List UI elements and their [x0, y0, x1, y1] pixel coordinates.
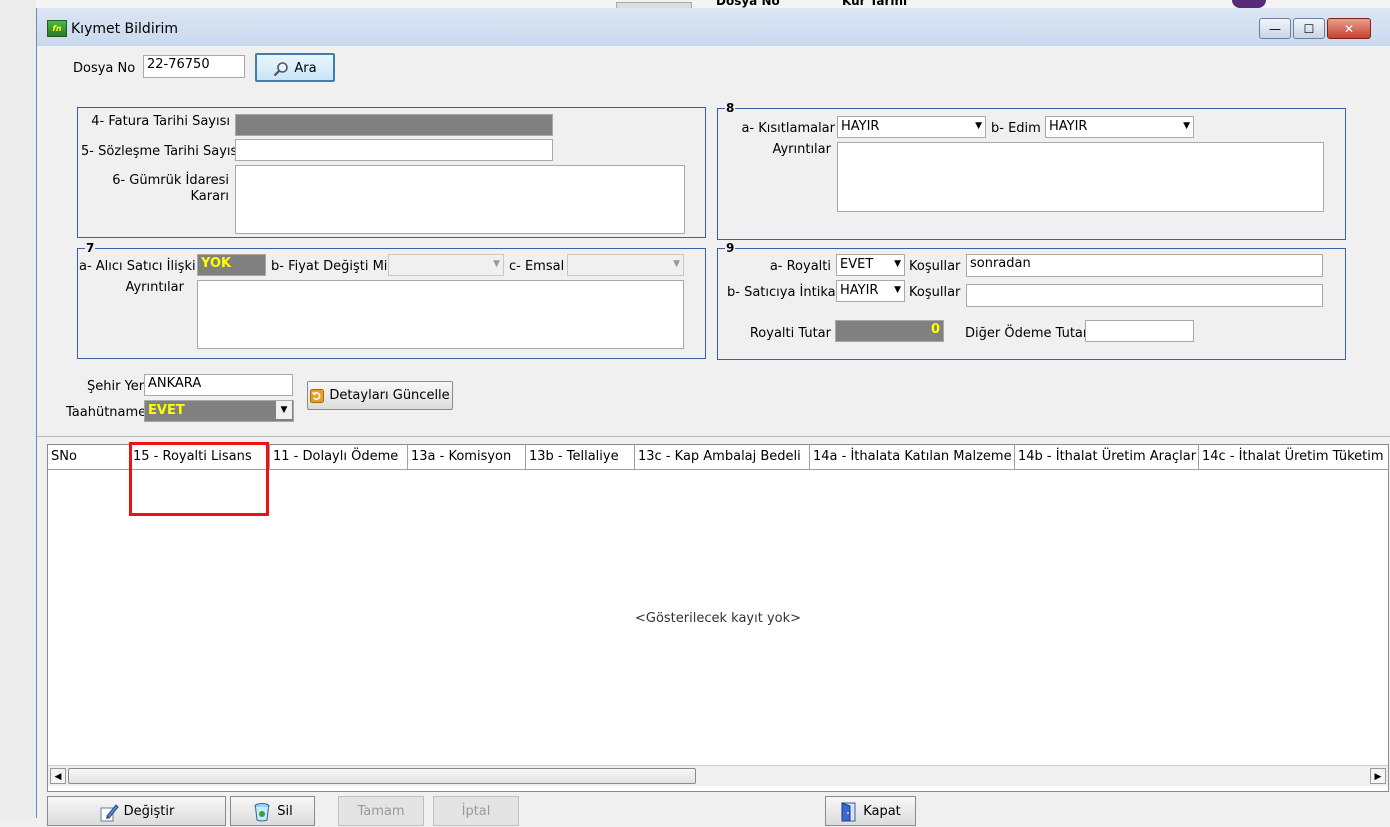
kosullar1-label: Koşullar	[909, 259, 961, 274]
gumruk-textarea[interactable]	[235, 165, 685, 234]
background-logo-icon	[1232, 0, 1266, 8]
dosya-no-label: Dosya No	[73, 61, 136, 76]
iptal-button[interactable]: İptal	[433, 796, 519, 826]
group8-ayrintilar-label: Ayrıntılar	[772, 142, 831, 157]
royalti-tutar-input[interactable]: 0	[835, 320, 944, 342]
sil-button[interactable]: Sil	[230, 796, 315, 826]
background-header-kur: Kur Tarihi	[842, 0, 908, 8]
royalti-combo[interactable]: EVET ▼	[836, 254, 905, 276]
royalti-label: a- Royalti	[769, 259, 831, 274]
horizontal-scrollbar[interactable]: ◀ ▶	[48, 765, 1388, 786]
door-exit-icon	[841, 801, 856, 821]
chevron-down-icon[interactable]: ▼	[673, 255, 680, 274]
background-window-left	[0, 0, 37, 818]
emsal-combo[interactable]: ▼	[567, 254, 684, 276]
diger-odeme-input[interactable]	[1085, 320, 1194, 342]
detaylari-guncelle-label: Detayları Güncelle	[329, 388, 450, 403]
column-header-tellaliye[interactable]: 13b - Tellaliye	[526, 445, 635, 469]
kosullar2-input[interactable]	[966, 284, 1323, 307]
highlight-annotation-box	[129, 442, 269, 516]
group8-ayrintilar-textarea[interactable]	[837, 142, 1324, 212]
close-button[interactable]: ✕	[1327, 18, 1371, 39]
ara-button[interactable]: Ara	[255, 53, 335, 82]
sehir-yer-label: Şehir Yer	[87, 379, 145, 394]
refresh-icon	[310, 388, 325, 403]
royalti-tutar-label: Royalti Tutar	[749, 326, 831, 341]
group-9-title: 9	[725, 241, 736, 255]
chevron-down-icon[interactable]: ▼	[894, 255, 901, 274]
satici-intikal-label: b- Satıcıya İntikal	[727, 285, 840, 300]
fatura-input[interactable]	[235, 114, 553, 136]
kisitlamalar-combo[interactable]: HAYIR ▼	[837, 116, 986, 138]
taahutname-value: EVET	[148, 403, 185, 418]
column-header-uretim-araclar[interactable]: 14b - İthalat Üretim Araçlar	[1015, 445, 1199, 469]
royalti-value: EVET	[840, 257, 874, 272]
tamam-button[interactable]: Tamam	[338, 796, 424, 826]
degistir-label: Değiştir	[123, 804, 175, 819]
column-header-uretim-tuketim[interactable]: 14c - İthalat Üretim Tüketim Mlz.	[1199, 445, 1388, 469]
chevron-down-icon[interactable]: ▼	[276, 401, 292, 419]
gumruk-label-line1: 6- Gümrük İdaresi	[112, 173, 229, 188]
app-logo-icon: fn	[47, 20, 67, 37]
background-window-top: Dosya No Kur Tarihi	[36, 0, 1390, 9]
group-7-title: 7	[85, 241, 96, 255]
fiyat-degisti-label: b- Fiyat Değişti Mi?	[271, 259, 395, 274]
group7-ayrintilar-label: Ayrıntılar	[125, 280, 184, 295]
edim-label: b- Edim	[991, 121, 1041, 136]
kosullar1-input[interactable]: sonradan	[966, 254, 1323, 277]
group-8-title: 8	[725, 101, 736, 115]
edim-combo[interactable]: HAYIR ▼	[1045, 116, 1194, 138]
kisitlamalar-value: HAYIR	[841, 119, 880, 134]
chevron-down-icon[interactable]: ▼	[1183, 117, 1190, 136]
kisitlamalar-label: a- Kısıtlamalar	[741, 121, 835, 136]
chevron-down-icon[interactable]: ▼	[493, 255, 500, 274]
taahutname-label: Taahütname	[66, 405, 147, 420]
scroll-left-icon[interactable]: ◀	[50, 768, 66, 784]
pencil-edit-icon	[100, 803, 119, 821]
magnifier-icon	[274, 61, 289, 76]
kosullar2-label: Koşullar	[909, 285, 961, 300]
fiyat-degisti-combo[interactable]: ▼	[388, 254, 504, 276]
edim-value: HAYIR	[1049, 119, 1088, 134]
group7-ayrintilar-textarea[interactable]	[197, 280, 684, 349]
alici-satici-label: a- Alıcı Satıcı İlişki	[79, 259, 196, 274]
sehir-yer-input[interactable]: ANKARA	[144, 374, 293, 396]
scrollbar-thumb[interactable]	[68, 768, 696, 784]
trash-icon	[254, 802, 270, 821]
column-header-ithalata-katilan[interactable]: 14a - İthalata Katılan Malzeme	[810, 445, 1015, 469]
gumruk-label-line2: Kararı	[190, 189, 229, 204]
section-divider	[37, 436, 1390, 437]
column-header-komisyon[interactable]: 13a - Komisyon	[408, 445, 526, 469]
background-header-dosya: Dosya No	[716, 0, 780, 8]
kapat-label: Kapat	[863, 804, 901, 819]
column-header-dolayli-odeme[interactable]: 11 - Dolaylı Ödeme	[270, 445, 408, 469]
emsal-label: c- Emsal	[509, 259, 565, 274]
dosya-no-input[interactable]: 22-76750	[143, 55, 245, 78]
satici-intikal-value: HAYIR	[840, 283, 879, 298]
sozlesme-label: 5- Sözleşme Tarihi Sayısı	[81, 144, 241, 159]
satici-intikal-combo[interactable]: HAYIR ▼	[836, 280, 905, 302]
window-title: Kıymet Bildirim	[71, 21, 178, 37]
degistir-button[interactable]: Değiştir	[47, 796, 226, 826]
fatura-label: 4- Fatura Tarihi Sayısı	[91, 114, 230, 129]
minimize-button[interactable]: —	[1259, 18, 1291, 39]
chevron-down-icon[interactable]: ▼	[975, 117, 982, 136]
column-header-kap-ambalaj[interactable]: 13c - Kap Ambalaj Bedeli	[635, 445, 810, 469]
kiymet-bildirim-window: fn Kıymet Bildirim — ☐ ✕ Dosya No 22-767…	[36, 8, 1390, 826]
empty-grid-message: <Gösterilecek kayıt yok>	[634, 611, 802, 626]
column-header-sno[interactable]: SNo	[48, 445, 130, 469]
chevron-down-icon[interactable]: ▼	[894, 281, 901, 300]
taahutname-combo[interactable]: EVET ▼	[144, 400, 294, 422]
detaylari-guncelle-button[interactable]: Detayları Güncelle	[307, 381, 453, 410]
sozlesme-input[interactable]	[235, 139, 553, 161]
diger-odeme-label: Diğer Ödeme Tutar	[965, 326, 1089, 341]
kapat-button[interactable]: Kapat	[825, 796, 916, 826]
sil-label: Sil	[277, 804, 293, 819]
title-bar[interactable]: fn Kıymet Bildirim — ☐ ✕	[37, 8, 1390, 46]
maximize-button[interactable]: ☐	[1293, 18, 1325, 39]
alici-satici-input[interactable]: YOK	[197, 254, 266, 276]
ara-button-label: Ara	[294, 61, 317, 76]
scroll-right-icon[interactable]: ▶	[1370, 768, 1386, 784]
